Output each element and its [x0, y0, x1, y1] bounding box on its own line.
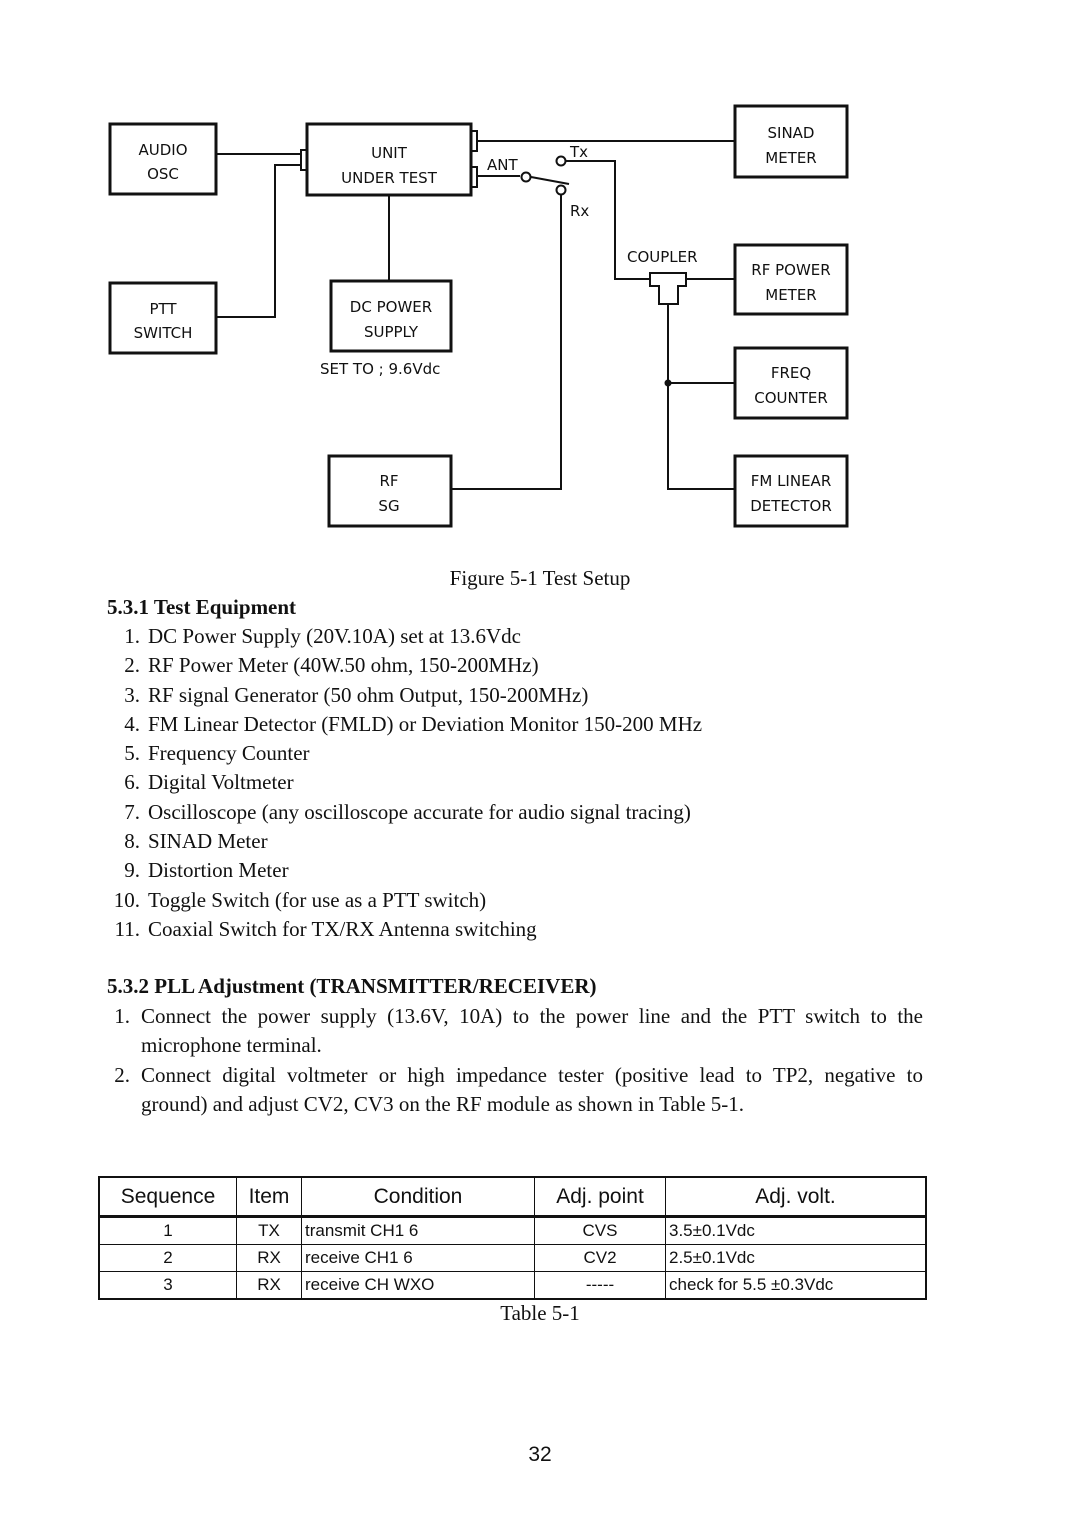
cell-sequence: 3: [98, 1271, 237, 1300]
coupler-symbol: [649, 272, 687, 305]
cell-adj-volt: check for 5.5 ±0.3Vdc: [665, 1271, 927, 1300]
list-item: 11. Coaxial Switch for TX/RX Antenna swit…: [114, 916, 537, 941]
cell-adj-point: CVS: [534, 1216, 666, 1245]
cell-adj-volt: 3.5±0.1Vdc: [665, 1216, 927, 1245]
set-to-label: SET TO ; 9.6Vdc: [320, 360, 440, 378]
col-adj-volt: Adj. volt.: [665, 1176, 927, 1218]
cell-adj-point: -----: [534, 1271, 666, 1300]
page-number: 32: [528, 1443, 552, 1466]
freq-counter-block: [733, 346, 849, 420]
fmld-label-1: FM LINEAR: [751, 472, 832, 490]
tx-label: Tx: [569, 143, 588, 161]
cell-item: RX: [236, 1271, 302, 1300]
col-condition: Condition: [301, 1176, 535, 1218]
audio-osc-block: [108, 122, 218, 196]
table-row: 3 RX receive CH WXO ----- check for 5.5 …: [98, 1271, 927, 1300]
rf-sg-block: [327, 454, 453, 528]
rx-label: Rx: [570, 202, 589, 220]
uut-label-1: UNIT: [371, 144, 408, 162]
col-sequence: Sequence: [98, 1176, 237, 1218]
section-heading-test-equipment: 5.3.1 Test Equipment: [107, 595, 297, 619]
rx-contact: [555, 184, 567, 196]
rf-power-label-1: RF POWER: [751, 261, 830, 279]
dc-label-2: SUPPLY: [364, 323, 419, 341]
freq-label-1: FREQ: [771, 364, 811, 382]
cell-item: RX: [236, 1244, 302, 1272]
cell-condition: transmit CH1 6: [301, 1216, 535, 1245]
list-item: 4. FM Linear Detector (FMLD) or Deviation…: [124, 711, 703, 736]
list-item: 5. Frequency Counter: [124, 741, 310, 766]
uut-audio-connector: [470, 130, 478, 152]
col-item: Item: [236, 1176, 302, 1218]
wire-coupler-fmld: [667, 304, 735, 490]
list-item: 2. Connect digital voltmeter or high impe…: [114, 1062, 923, 1116]
audio-osc-label-1: AUDIO: [138, 141, 187, 159]
section-heading-pll-adjustment: 5.3.2 PLL Adjustment (TRANSMITTER/RECEIV…: [107, 974, 597, 998]
list-item: 1. Connect the power supply (13.6V, 10A) …: [114, 1004, 923, 1058]
switch-arm: [530, 176, 570, 185]
table-row: 2 RX receive CH1 6 CV2 2.5±0.1Vdc: [98, 1244, 927, 1272]
col-adj-point: Adj. point: [534, 1176, 666, 1218]
list-item: 9. Distortion Meter: [124, 858, 289, 883]
uut-label-2: UNDER TEST: [341, 169, 438, 187]
test-equipment-list: 1. DC Power Supply (20V.10A) set at 13.6V…: [100, 622, 702, 944]
ant-label: ANT: [487, 156, 518, 174]
cell-adj-volt: 2.5±0.1Vdc: [665, 1244, 927, 1272]
list-item: 2. RF Power Meter (40W.50 ohm, 150-200MHz…: [124, 653, 539, 678]
rf-sg-label-1: RF: [379, 472, 398, 490]
tx-contact: [555, 155, 567, 167]
list-item: 10. Toggle Switch (for use as a PTT switc…: [113, 887, 487, 912]
uut-ant-connector: [470, 166, 478, 188]
ptt-label-2: SWITCH: [134, 324, 193, 342]
cell-sequence: 1: [98, 1216, 237, 1245]
table-row: 1 TX transmit CH1 6 CVS 3.5±0.1Vdc: [98, 1216, 927, 1245]
fm-linear-detector-block: [733, 454, 849, 528]
list-item: 7. Oscilloscope (any oscilloscope accurat…: [124, 799, 691, 824]
audio-osc-label-2: OSC: [147, 165, 179, 183]
dc-label-1: DC POWER: [350, 298, 432, 316]
sinad-label-1: SINAD: [768, 124, 815, 142]
ant-switch-pole: [520, 171, 532, 183]
table-header-row: Sequence Item Condition Adj. point Adj. …: [98, 1176, 927, 1218]
uut-mic-connector: [300, 149, 308, 171]
table-caption: Table 5-1: [500, 1301, 580, 1325]
coupler-label: COUPLER: [627, 248, 698, 266]
fmld-label-2: DETECTOR: [750, 497, 832, 515]
cell-item: TX: [236, 1216, 302, 1245]
wire-ptt-uut: [216, 164, 301, 318]
freq-label-2: COUNTER: [754, 389, 828, 407]
list-item: 3. RF signal Generator (50 ohm Output, 15…: [124, 682, 589, 707]
cell-adj-point: CV2: [534, 1244, 666, 1272]
cell-sequence: 2: [98, 1244, 237, 1272]
test-setup-diagram: AUDIO OSC UNIT UNDER TEST PTT SWITCH DC …: [108, 104, 849, 528]
ptt-switch-block: [108, 281, 218, 355]
list-item: 6. Digital Voltmeter: [124, 770, 294, 795]
rf-power-label-2: METER: [765, 286, 816, 304]
rf-sg-label-2: SG: [378, 497, 399, 515]
ptt-label-1: PTT: [149, 300, 177, 318]
figure-caption: Figure 5-1 Test Setup: [449, 566, 631, 590]
pll-steps-list: 1. Connect the power supply (13.6V, 10A) …: [100, 1002, 923, 1119]
cell-condition: receive CH WXO: [301, 1271, 535, 1300]
pll-adjustment-table: Sequence Item Condition Adj. point Adj. …: [98, 1176, 927, 1300]
list-item: 1. DC Power Supply (20V.10A) set at 13.6V…: [124, 624, 521, 648]
wire-rx-sg: [451, 195, 562, 490]
cell-condition: receive CH1 6: [301, 1244, 535, 1272]
junction-dot: [664, 379, 672, 387]
list-item: 8. SINAD Meter: [124, 829, 268, 854]
sinad-label-2: METER: [765, 149, 816, 167]
